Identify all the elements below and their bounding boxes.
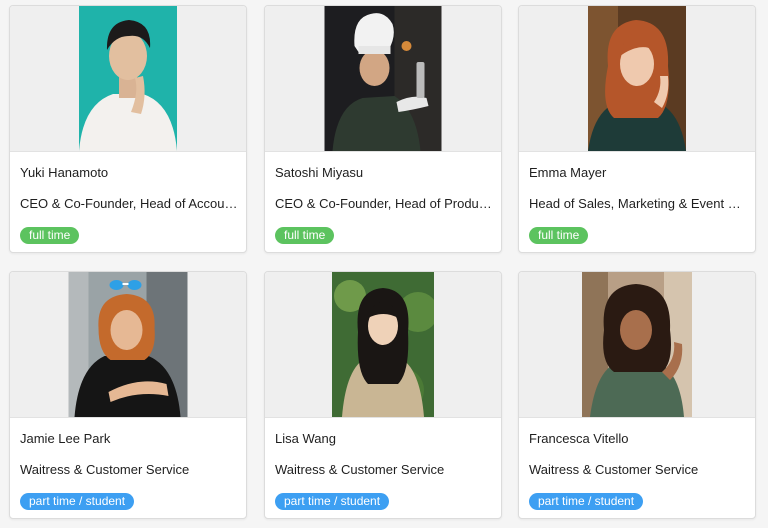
profile-photo <box>324 6 442 151</box>
photo-area <box>10 6 246 152</box>
member-role: CEO & Co-Founder, Head of Accounting <box>20 196 240 211</box>
member-name: Lisa Wang <box>275 431 336 446</box>
team-card[interactable]: Satoshi Miyasu CEO & Co-Founder, Head of… <box>264 5 502 253</box>
member-role: Waitress & Customer Service <box>20 462 190 477</box>
member-name: Yuki Hanamoto <box>20 165 109 180</box>
member-role: CEO & Co-Founder, Head of Production <box>275 196 495 211</box>
team-card[interactable]: Lisa Wang Waitress & Customer Service pa… <box>264 271 502 519</box>
profile-photo <box>332 272 434 417</box>
profile-photo <box>79 6 177 151</box>
profile-photo <box>68 272 188 417</box>
profile-photo <box>588 6 686 151</box>
member-name: Jamie Lee Park <box>20 431 111 446</box>
photo-area <box>10 272 246 418</box>
member-role: Waitress & Customer Service <box>529 462 699 477</box>
profile-photo <box>582 272 692 417</box>
photo-area <box>519 272 755 418</box>
member-name: Francesca Vitello <box>529 431 629 446</box>
team-card[interactable]: Francesca Vitello Waitress & Customer Se… <box>518 271 756 519</box>
team-card[interactable]: Emma Mayer Head of Sales, Marketing & Ev… <box>518 5 756 253</box>
employment-badge: full time <box>20 227 80 244</box>
employment-badge: part time / student <box>275 493 390 510</box>
photo-area <box>519 6 755 152</box>
photo-area <box>265 6 501 152</box>
member-name: Satoshi Miyasu <box>275 165 364 180</box>
employment-badge: part time / student <box>20 493 135 510</box>
team-card[interactable]: Jamie Lee Park Waitress & Customer Servi… <box>9 271 247 519</box>
employment-badge: full time <box>275 227 335 244</box>
photo-area <box>265 272 501 418</box>
member-role: Waitress & Customer Service <box>275 462 445 477</box>
member-role: Head of Sales, Marketing & Event Managem… <box>529 196 749 211</box>
member-name: Emma Mayer <box>529 165 607 180</box>
employment-badge: part time / student <box>529 493 644 510</box>
team-card[interactable]: Yuki Hanamoto CEO & Co-Founder, Head of … <box>9 5 247 253</box>
employment-badge: full time <box>529 227 589 244</box>
team-grid: Yuki Hanamoto CEO & Co-Founder, Head of … <box>0 0 768 528</box>
